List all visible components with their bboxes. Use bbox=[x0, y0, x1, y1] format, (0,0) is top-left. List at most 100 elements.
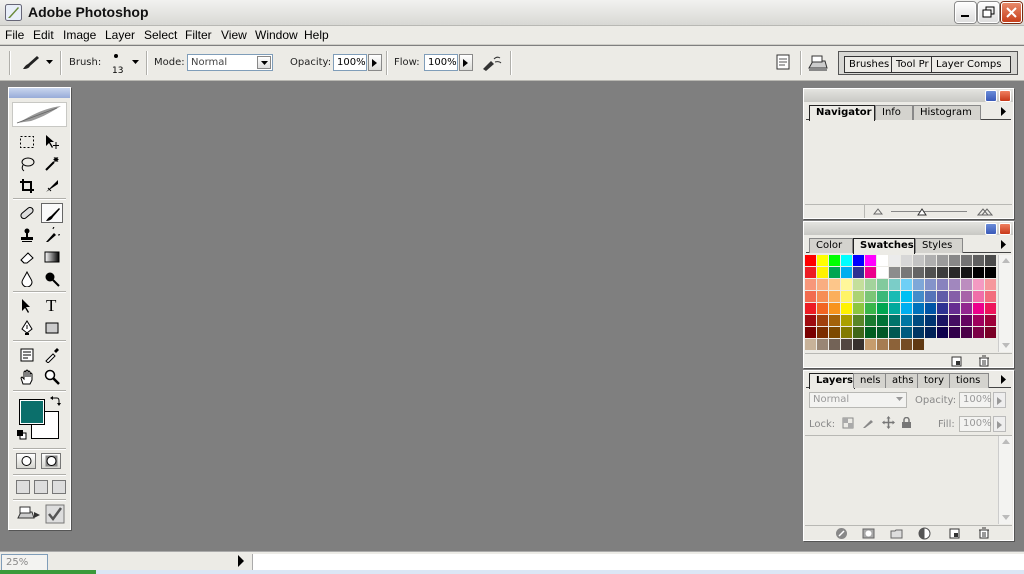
checkmark-icon[interactable] bbox=[45, 504, 65, 524]
color-swatch[interactable] bbox=[841, 327, 853, 339]
color-swatch[interactable] bbox=[949, 327, 961, 339]
new-layer-icon[interactable] bbox=[949, 527, 961, 539]
color-swatch[interactable] bbox=[805, 327, 817, 339]
color-swatch[interactable] bbox=[817, 267, 829, 279]
healing-brush-tool[interactable] bbox=[16, 203, 38, 223]
file-browser-icon[interactable] bbox=[775, 54, 791, 71]
color-swatch[interactable] bbox=[913, 279, 925, 291]
gradient-tool[interactable] bbox=[41, 247, 63, 267]
color-swatch[interactable] bbox=[985, 339, 997, 351]
well-tab-tool-presets[interactable]: Tool Pr bbox=[891, 56, 933, 73]
color-swatch[interactable] bbox=[913, 267, 925, 279]
color-swatch[interactable] bbox=[961, 303, 973, 315]
new-swatch-icon[interactable] bbox=[951, 355, 963, 367]
rectangular-marquee-tool[interactable] bbox=[16, 132, 38, 152]
color-swatch[interactable] bbox=[901, 327, 913, 339]
color-swatch[interactable] bbox=[901, 255, 913, 267]
palette-close-button[interactable] bbox=[999, 223, 1011, 235]
menu-file[interactable]: File bbox=[5, 28, 24, 42]
color-swatch[interactable] bbox=[817, 291, 829, 303]
tab-swatches[interactable]: Swatches bbox=[853, 238, 915, 254]
color-swatch[interactable] bbox=[985, 255, 997, 267]
scroll-down-icon[interactable] bbox=[1002, 515, 1010, 520]
color-swatch[interactable] bbox=[949, 315, 961, 327]
new-group-icon[interactable] bbox=[890, 527, 903, 540]
layer-fill-input[interactable]: 100% bbox=[959, 416, 992, 432]
color-swatch[interactable] bbox=[961, 339, 973, 351]
color-swatch[interactable] bbox=[985, 315, 997, 327]
slice-tool[interactable] bbox=[41, 176, 63, 196]
color-swatch[interactable] bbox=[937, 303, 949, 315]
zoom-level-field[interactable]: 25% bbox=[1, 554, 48, 571]
color-swatch[interactable] bbox=[937, 315, 949, 327]
path-selection-tool[interactable] bbox=[16, 296, 38, 316]
lock-position-icon[interactable] bbox=[882, 416, 895, 429]
color-swatch[interactable] bbox=[877, 267, 889, 279]
toolbox-title-bar[interactable] bbox=[9, 88, 70, 98]
palette-close-button[interactable] bbox=[999, 90, 1011, 102]
navigator-zoom-field[interactable] bbox=[805, 205, 865, 218]
color-swatch[interactable] bbox=[937, 339, 949, 351]
full-screen-mode-button[interactable] bbox=[52, 480, 66, 494]
scroll-up-icon[interactable] bbox=[1002, 439, 1010, 444]
color-swatch[interactable] bbox=[853, 291, 865, 303]
color-swatch[interactable] bbox=[961, 291, 973, 303]
airbrush-icon[interactable] bbox=[481, 53, 503, 73]
menu-filter[interactable]: Filter bbox=[185, 28, 212, 42]
color-swatch[interactable] bbox=[889, 279, 901, 291]
mode-select[interactable]: Normal bbox=[187, 54, 273, 71]
color-swatch[interactable] bbox=[817, 255, 829, 267]
color-swatch[interactable] bbox=[865, 339, 877, 351]
standard-screen-mode-button[interactable] bbox=[16, 480, 30, 494]
color-swatch[interactable] bbox=[901, 339, 913, 351]
color-swatch[interactable] bbox=[841, 303, 853, 315]
color-swatch[interactable] bbox=[877, 255, 889, 267]
opacity-slider-button[interactable] bbox=[368, 54, 382, 71]
zoom-out-icon[interactable] bbox=[873, 208, 883, 215]
brush-icon[interactable] bbox=[20, 54, 42, 72]
color-swatch[interactable] bbox=[841, 255, 853, 267]
color-swatch[interactable] bbox=[973, 327, 985, 339]
color-swatch[interactable] bbox=[913, 315, 925, 327]
color-swatch[interactable] bbox=[889, 255, 901, 267]
color-swatch[interactable] bbox=[853, 279, 865, 291]
color-swatch[interactable] bbox=[877, 315, 889, 327]
color-swatch[interactable] bbox=[961, 315, 973, 327]
color-swatch[interactable] bbox=[901, 267, 913, 279]
navigator-preview[interactable] bbox=[805, 121, 1012, 203]
tab-styles[interactable]: Styles bbox=[915, 238, 963, 253]
eraser-tool[interactable] bbox=[16, 247, 38, 267]
color-swatch[interactable] bbox=[817, 339, 829, 351]
color-swatch[interactable] bbox=[853, 255, 865, 267]
color-swatch[interactable] bbox=[973, 291, 985, 303]
tab-color[interactable]: Color bbox=[809, 238, 853, 253]
color-swatch[interactable] bbox=[853, 267, 865, 279]
scroll-up-icon[interactable] bbox=[1002, 258, 1010, 263]
color-swatch[interactable] bbox=[925, 267, 937, 279]
status-menu-icon[interactable] bbox=[237, 555, 245, 567]
rectangle-tool[interactable] bbox=[41, 318, 63, 338]
color-swatch[interactable] bbox=[937, 267, 949, 279]
jump-to-imageready-icon[interactable] bbox=[16, 504, 42, 524]
color-swatch[interactable] bbox=[937, 291, 949, 303]
menu-help[interactable]: Help bbox=[304, 28, 329, 42]
chevron-down-icon[interactable] bbox=[46, 60, 54, 66]
color-swatch[interactable] bbox=[829, 267, 841, 279]
minimize-button[interactable] bbox=[955, 2, 976, 23]
move-tool[interactable] bbox=[41, 132, 63, 152]
menu-layer[interactable]: Layer bbox=[105, 28, 135, 42]
restore-button[interactable] bbox=[978, 2, 999, 23]
menu-select[interactable]: Select bbox=[144, 28, 177, 42]
color-swatch[interactable] bbox=[925, 327, 937, 339]
menu-image[interactable]: Image bbox=[63, 28, 96, 42]
color-swatch[interactable] bbox=[817, 279, 829, 291]
color-swatch[interactable] bbox=[901, 279, 913, 291]
palette-menu-icon[interactable] bbox=[1001, 240, 1007, 249]
color-swatch[interactable] bbox=[865, 279, 877, 291]
color-swatch[interactable] bbox=[805, 339, 817, 351]
color-swatch[interactable] bbox=[949, 267, 961, 279]
color-swatch[interactable] bbox=[841, 291, 853, 303]
color-swatch[interactable] bbox=[805, 303, 817, 315]
quick-mask-button[interactable] bbox=[41, 453, 61, 469]
photoshop-feather-icon[interactable] bbox=[12, 102, 67, 127]
